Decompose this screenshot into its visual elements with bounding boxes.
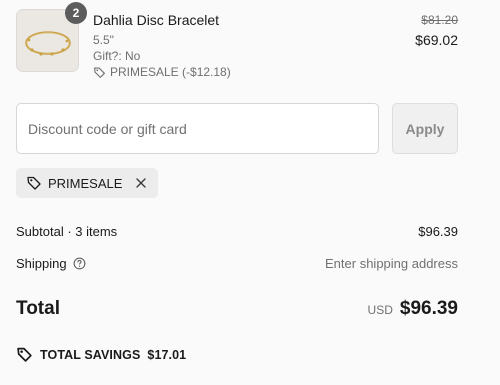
- total-currency: USD: [367, 303, 393, 317]
- total-savings: TOTAL SAVINGS $17.01: [16, 346, 186, 363]
- product-discount: PRIMESALE (-$12.18): [93, 65, 231, 79]
- savings-label: TOTAL SAVINGS: [40, 347, 141, 362]
- tag-icon: [26, 175, 42, 191]
- apply-button[interactable]: Apply: [392, 103, 458, 154]
- tag-icon: [16, 346, 33, 363]
- product-price: $69.02: [415, 32, 458, 48]
- close-icon[interactable]: [134, 176, 148, 190]
- applied-discount-code: PRIMESALE: [48, 175, 123, 191]
- shipping-label: Shipping: [16, 256, 67, 271]
- discount-code-input[interactable]: [16, 103, 379, 154]
- shipping-row: Shipping: [16, 256, 86, 271]
- savings-value: $17.01: [147, 347, 187, 362]
- total-amount: USD $96.39: [368, 298, 458, 320]
- shipping-value: Enter shipping address: [325, 256, 458, 271]
- applied-discount-chip: PRIMESALE: [16, 168, 159, 198]
- subtotal-label: Subtotal · 3 items: [16, 224, 118, 239]
- product-original-price: $81.20: [421, 13, 458, 27]
- help-circle-icon[interactable]: [73, 257, 86, 270]
- total-value: $96.39: [399, 298, 458, 319]
- subtotal-value: $96.39: [418, 224, 458, 239]
- quantity-badge: 2: [65, 2, 87, 24]
- product-size: 5.5": [93, 33, 114, 47]
- total-label: Total: [16, 298, 60, 319]
- tag-icon: [93, 66, 106, 79]
- product-gift-option: Gift?: No: [93, 49, 141, 63]
- product-name: Dahlia Disc Bracelet: [93, 12, 220, 28]
- product-discount-label: PRIMESALE (-$12.18): [110, 65, 231, 79]
